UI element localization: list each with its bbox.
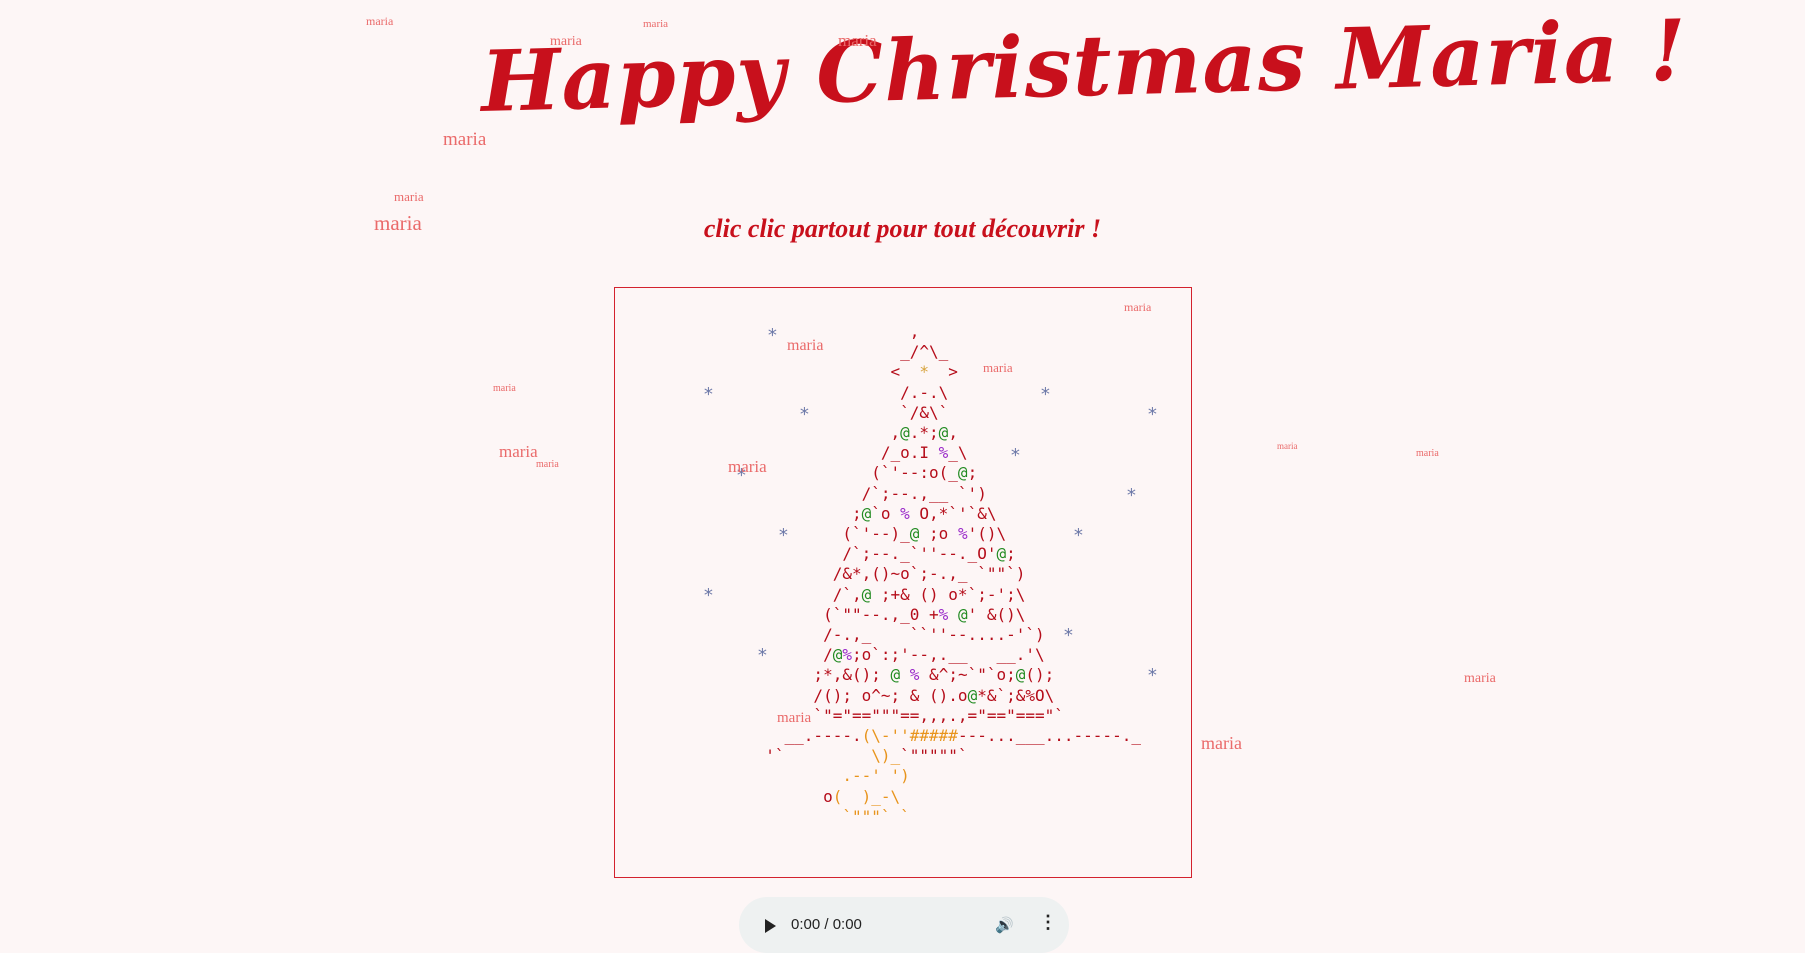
floating-word[interactable]: maria	[983, 361, 1013, 374]
audio-time: 0:00 / 0:00	[791, 916, 862, 933]
floating-word[interactable]: maria	[499, 443, 538, 460]
more-options-icon[interactable]: ⋮	[1039, 912, 1057, 933]
snowflake-star-icon: *	[767, 325, 778, 346]
floating-word[interactable]: maria	[1416, 449, 1439, 459]
floating-word[interactable]: maria	[728, 458, 767, 475]
floating-word[interactable]: maria	[443, 130, 486, 149]
snowflake-star-icon: *	[1040, 384, 1051, 405]
play-icon[interactable]	[765, 919, 776, 933]
floating-word[interactable]: maria	[550, 35, 582, 49]
snowflake-star-icon: *	[757, 645, 768, 666]
snowflake-star-icon: *	[1010, 445, 1021, 466]
floating-word[interactable]: maria	[374, 213, 422, 234]
page-title: Happy Christmas Maria !	[479, 0, 1689, 131]
floating-word[interactable]: maria	[1201, 734, 1242, 752]
snowflake-star-icon: *	[1126, 485, 1137, 506]
snowflake-star-icon: *	[703, 585, 714, 606]
floating-word[interactable]: maria	[787, 338, 823, 354]
snowflake-star-icon: *	[1147, 665, 1158, 686]
floating-word[interactable]: maria	[493, 384, 516, 394]
floating-word[interactable]: maria	[777, 711, 811, 726]
floating-word[interactable]: maria	[1464, 672, 1496, 686]
snowflake-star-icon: *	[703, 384, 714, 405]
floating-word[interactable]: maria	[394, 190, 424, 203]
snowflake-star-icon: *	[799, 404, 810, 425]
snowflake-star-icon: *	[1147, 404, 1158, 425]
snowflake-star-icon: *	[778, 525, 789, 546]
volume-icon[interactable]: 🔊	[995, 916, 1014, 934]
floating-word[interactable]: maria	[536, 460, 559, 470]
floating-word[interactable]: maria	[838, 32, 877, 49]
snowflake-star-icon: *	[1063, 625, 1074, 646]
ascii-christmas-tree[interactable]: , _/^\_ < * > /.-.\ `/&\` ,@.*;@, /_o.I …	[746, 322, 1141, 827]
page-subtitle: clic clic partout pour tout découvrir !	[703, 214, 1102, 243]
floating-word[interactable]: maria	[1124, 301, 1151, 313]
floating-word[interactable]: maria	[643, 19, 668, 30]
floating-word[interactable]: maria	[366, 15, 393, 27]
floating-word[interactable]: maria	[1277, 442, 1298, 451]
audio-player[interactable]: 0:00 / 0:00 🔊 ⋮	[739, 897, 1069, 953]
snowflake-star-icon: *	[1073, 525, 1084, 546]
